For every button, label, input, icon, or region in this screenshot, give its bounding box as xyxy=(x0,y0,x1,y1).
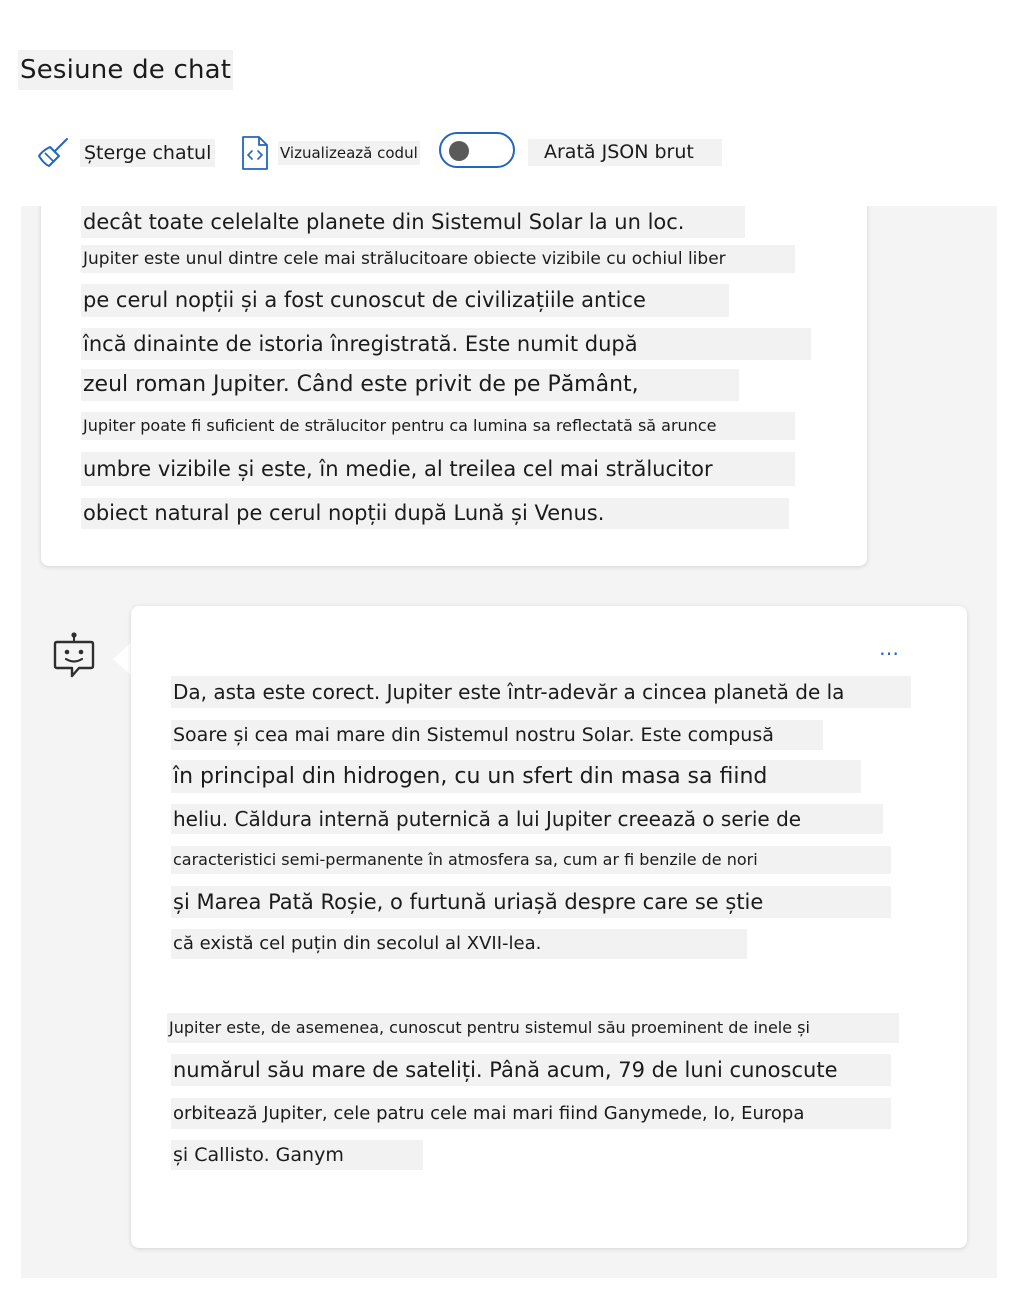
message-line: și Callisto. Ganym xyxy=(171,1140,423,1170)
assistant-message-card: … Da, asta este corect. Jupiter este înt… xyxy=(131,606,967,1248)
message-line: umbre vizibile și este, în medie, al tre… xyxy=(81,452,795,486)
view-code-label: Vizualizează codul xyxy=(278,141,420,165)
broom-icon xyxy=(36,136,70,170)
message-line: heliu. Căldura internă puternică a lui J… xyxy=(171,804,883,834)
bubble-tail xyxy=(113,641,133,677)
message-line: Da, asta este corect. Jupiter este într-… xyxy=(171,676,911,708)
chat-history[interactable]: decât toate celelalte planete din Sistem… xyxy=(21,206,997,1278)
robot-icon xyxy=(52,631,96,683)
page-title: Sesiune de chat xyxy=(18,50,234,90)
more-options-button[interactable]: … xyxy=(879,636,900,660)
message-line: și Marea Pată Roșie, o furtună uriașă de… xyxy=(171,886,891,918)
message-line: Jupiter poate fi suficient de strălucito… xyxy=(81,412,795,440)
message-line: orbitează Jupiter, cele patru cele mai m… xyxy=(171,1098,891,1129)
message-line: caracteristici semi-permanente în atmosf… xyxy=(171,846,891,874)
message-line: Jupiter este, de asemenea, cunoscut pent… xyxy=(167,1013,899,1043)
message-line: Soare și cea mai mare din Sistemul nostr… xyxy=(171,720,823,750)
raw-json-label: Arată JSON brut xyxy=(528,139,722,166)
code-file-icon xyxy=(240,135,270,171)
message-line: decât toate celelalte planete din Sistem… xyxy=(81,206,745,238)
clear-chat-label: Șterge chatul xyxy=(80,139,216,167)
message-line: zeul roman Jupiter. Când este privit de … xyxy=(81,369,739,401)
view-code-button[interactable]: Vizualizează codul xyxy=(240,134,420,172)
message-line: numărul său mare de sateliți. Până acum,… xyxy=(171,1054,891,1086)
raw-json-toggle[interactable] xyxy=(439,132,515,168)
toggle-knob xyxy=(449,141,469,161)
message-line: Jupiter este unul dintre cele mai strălu… xyxy=(81,245,795,273)
message-line: încă dinainte de istoria înregistrată. E… xyxy=(81,328,811,360)
message-line: că există cel puțin din secolul al XVII-… xyxy=(171,929,747,959)
message-line: obiect natural pe cerul nopții după Lună… xyxy=(81,498,789,529)
message-line: pe cerul nopții și a fost cunoscut de ci… xyxy=(81,284,729,317)
clear-chat-button[interactable]: Șterge chatul xyxy=(36,134,216,172)
user-message-card: decât toate celelalte planete din Sistem… xyxy=(41,206,867,566)
message-line: în principal din hidrogen, cu un sfert d… xyxy=(171,760,861,793)
